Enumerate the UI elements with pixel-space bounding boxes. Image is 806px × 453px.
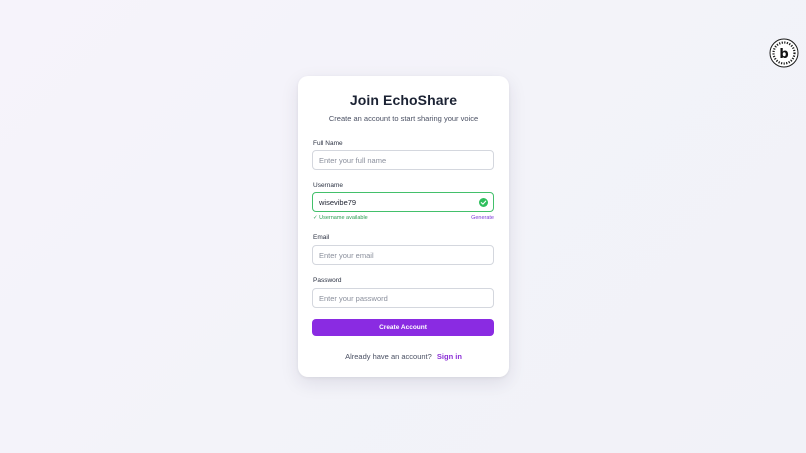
svg-text:b: b — [779, 47, 788, 62]
username-label: Username — [313, 182, 343, 189]
username-available-text: ✓ Username available — [313, 215, 368, 221]
page-title: Join EchoShare — [349, 92, 458, 108]
page-subtitle: Create an account to start sharing your … — [328, 114, 479, 123]
signup-card: Join EchoShare Create an account to star… — [298, 76, 509, 377]
create-account-button[interactable]: Create Account — [312, 319, 494, 336]
password-label: Password — [313, 277, 342, 284]
brand-badge-icon: b — [769, 38, 799, 68]
username-input[interactable] — [319, 197, 493, 207]
check-circle-icon — [479, 198, 488, 207]
full-name-input[interactable] — [319, 155, 493, 165]
email-label: Email — [313, 234, 330, 241]
email-input[interactable] — [319, 250, 493, 260]
full-name-field[interactable] — [312, 150, 494, 170]
password-field[interactable] — [312, 288, 494, 308]
signin-prompt: Already have an account? Sign in — [298, 352, 509, 361]
email-field[interactable] — [312, 245, 494, 265]
signin-link[interactable]: Sign in — [437, 352, 462, 361]
generate-username-link[interactable]: Generate — [471, 215, 494, 221]
username-field[interactable] — [312, 192, 494, 212]
password-input[interactable] — [319, 293, 493, 303]
signin-prompt-text: Already have an account? — [345, 352, 432, 361]
full-name-label: Full Name — [313, 140, 343, 147]
